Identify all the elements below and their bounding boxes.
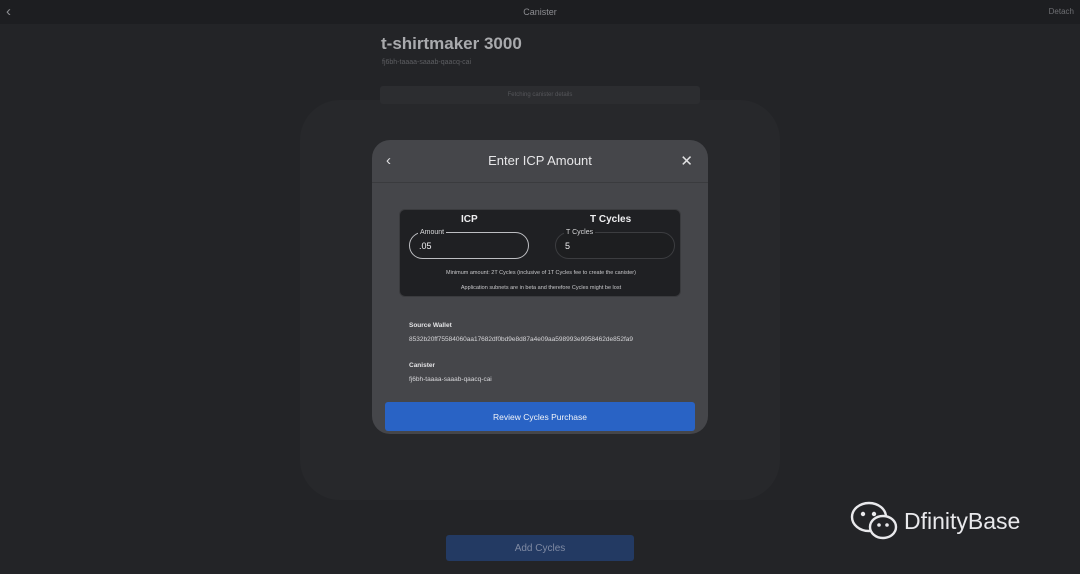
review-cycles-purchase-button[interactable]: Review Cycles Purchase — [385, 402, 695, 431]
loading-bar: Fetching canister details — [380, 86, 700, 104]
icp-amount-input[interactable] — [419, 241, 519, 251]
top-bar: ‹ Canister Detach — [0, 0, 1080, 24]
canister-title: t-shirtmaker 3000 — [381, 34, 522, 53]
wechat-icon — [850, 501, 898, 540]
conversion-panel: ICP T Cycles Amount T Cycles Minimum amo… — [399, 209, 681, 297]
detach-button[interactable]: Detach — [1049, 7, 1074, 16]
amount-label: Amount — [418, 229, 447, 236]
canister-id: fj6bh-taaaa-saaab-qaacq-cai — [382, 59, 472, 66]
modal-title: Enter ICP Amount — [488, 153, 592, 168]
icp-amount-modal: ‹ Enter ICP Amount ✕ ICP T Cycles Amount… — [372, 140, 708, 434]
add-cycles-button[interactable]: Add Cycles — [446, 535, 634, 561]
close-icon[interactable]: ✕ — [680, 152, 693, 170]
cycles-input[interactable] — [565, 241, 665, 251]
cycles-field[interactable]: T Cycles — [555, 229, 675, 259]
modal-header: ‹ Enter ICP Amount ✕ — [372, 140, 708, 183]
minimum-amount-note: Minimum amount: 2T Cycles (inclusive of … — [446, 270, 636, 276]
window-title: Canister — [523, 7, 557, 17]
source-wallet-label: Source Wallet — [409, 322, 452, 329]
cycles-header: T Cycles — [590, 214, 632, 225]
beta-warning-note: Application subnets are in beta and ther… — [460, 285, 622, 291]
cycles-label: T Cycles — [564, 229, 596, 236]
canister-label: Canister — [409, 362, 436, 369]
watermark-text: DfinityBase — [904, 508, 1021, 534]
icp-header: ICP — [461, 214, 478, 225]
canister-value: fj6bh-taaaa-saaab-qaacq-cai — [409, 376, 492, 383]
source-wallet-value: 8532b20ff75584060aa17682df0bd9e8d87a4e09… — [409, 336, 634, 343]
icp-amount-field[interactable]: Amount — [409, 229, 529, 259]
